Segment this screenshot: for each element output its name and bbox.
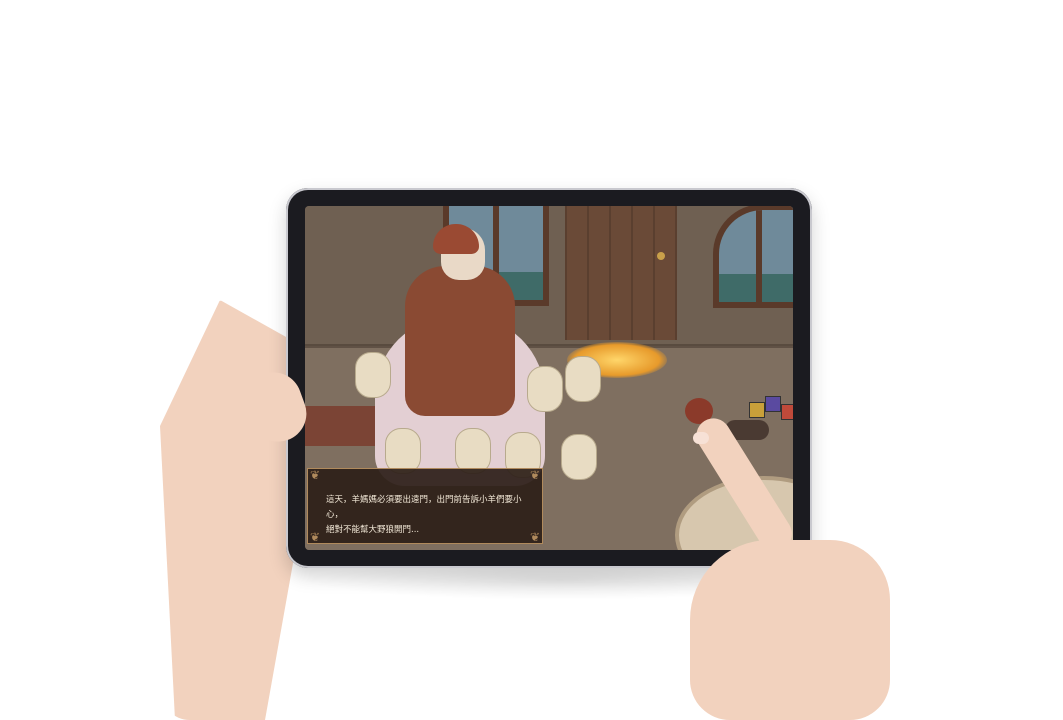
toy-block[interactable] bbox=[749, 402, 765, 418]
door-knob bbox=[657, 252, 665, 260]
goat-kid[interactable] bbox=[565, 356, 601, 402]
toy-block[interactable] bbox=[765, 396, 781, 412]
goat-kid[interactable] bbox=[561, 434, 597, 480]
scene-floorline bbox=[305, 344, 793, 348]
story-screen[interactable]: ❦ ❦ ❦ ❦ 這天，羊媽媽必須要出遠門，出門前告訴小羊們要小心， 絕對不能幫大… bbox=[305, 206, 793, 550]
finger-nail bbox=[693, 432, 709, 444]
ornament-corner-icon: ❦ bbox=[310, 530, 321, 544]
right-hand bbox=[690, 540, 890, 720]
window-mullion bbox=[756, 210, 762, 302]
goat-kid[interactable] bbox=[355, 352, 391, 398]
toy-block[interactable] bbox=[781, 404, 793, 420]
scene-window-right bbox=[713, 206, 793, 308]
ornament-corner-icon: ❦ bbox=[310, 468, 321, 482]
dialogue-text: 這天，羊媽媽必須要出遠門，出門前告訴小羊們要小心， 絕對不能幫大野狼開門... bbox=[326, 495, 522, 535]
dialogue-box[interactable]: ❦ ❦ ❦ ❦ 這天，羊媽媽必須要出遠門，出門前告訴小羊們要小心， 絕對不能幫大… bbox=[307, 468, 543, 544]
mother-goat-coat bbox=[405, 266, 515, 416]
scene-door[interactable] bbox=[565, 206, 677, 340]
goat-kid[interactable] bbox=[527, 366, 563, 412]
ornament-corner-icon: ❦ bbox=[529, 468, 540, 482]
scene-rug-left bbox=[305, 406, 375, 446]
